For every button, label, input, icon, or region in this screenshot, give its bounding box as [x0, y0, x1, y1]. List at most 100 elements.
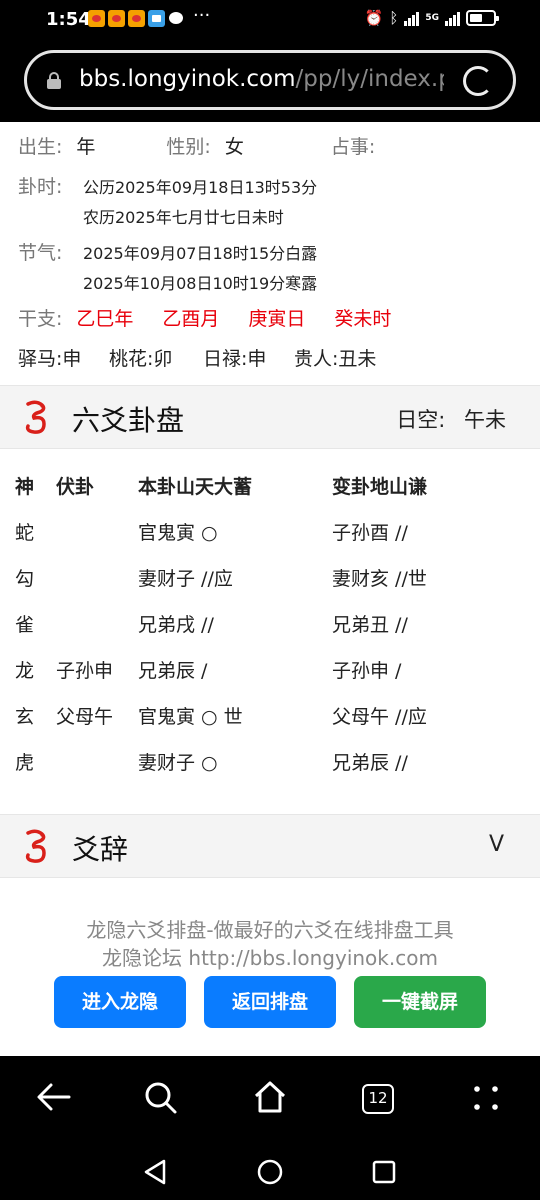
app-notification-icon — [88, 10, 105, 27]
cell-shen: 蛇 — [15, 522, 35, 544]
birth-value: 年 — [76, 136, 96, 158]
home-icon[interactable] — [252, 1080, 288, 1114]
table-row: 雀 兄弟戌 // 兄弟丑 // — [0, 610, 540, 656]
bluetooth-icon: ᛒ — [389, 9, 399, 27]
lunar-date: 农历2025年七月廿七日未时 — [83, 208, 284, 227]
guiren-value: 贵人:丑未 — [294, 348, 377, 370]
table-row: 勾 妻财子 //应 妻财亥 //世 — [0, 564, 540, 610]
app-notification-icon — [108, 10, 125, 27]
birth-label: 出生: — [18, 136, 63, 158]
cell-bengua: 妻财子 ○ — [138, 752, 218, 774]
url-text[interactable]: bbs.longyinok.com/pp/ly/index.ph — [79, 66, 444, 92]
cell-shen: 龙 — [15, 660, 35, 682]
cell-shen: 玄 — [15, 706, 35, 728]
matter-label: 占事: — [330, 136, 376, 158]
taohua-value: 桃花:卯 — [109, 348, 173, 370]
enter-longyin-button[interactable]: 进入龙隐 — [54, 976, 186, 1028]
alarm-icon: ⏰ — [364, 9, 384, 27]
status-bar: 1:54 ··· ⏰ ᛒ 5G — [0, 0, 540, 38]
cell-biangua: 兄弟辰 // — [332, 752, 408, 774]
system-recents-icon[interactable] — [372, 1160, 396, 1184]
app-notification-icon — [148, 10, 165, 27]
status-time: 1:54 — [46, 9, 91, 30]
gender-value: 女 — [224, 136, 244, 158]
void-info: 日空: 午未 — [396, 404, 506, 434]
cell-shen: 雀 — [15, 614, 35, 636]
lock-icon — [47, 72, 61, 89]
cell-fugua: 子孙申 — [56, 660, 114, 682]
screenshot-button[interactable]: 一键截屏 — [354, 976, 486, 1028]
table-row: 虎 妻财子 ○ 兄弟辰 // — [0, 748, 540, 794]
system-home-icon[interactable] — [256, 1158, 284, 1186]
footer-forum-link[interactable]: 龙隐论坛 http://bbs.longyinok.com — [0, 942, 540, 971]
footer-tagline: 龙隐六爻排盘-做最好的六爻在线排盘工具 — [86, 918, 454, 942]
ganzhi-label: 干支: — [18, 308, 63, 330]
expand-toggle-icon[interactable]: V — [489, 832, 504, 857]
yaoci-section-title: 爻辞 — [72, 833, 129, 866]
reload-icon[interactable] — [463, 66, 493, 96]
info-row-time: 卦时: — [18, 172, 62, 199]
browser-toolbar: bbs.longyinok.com/pp/ly/index.ph — [0, 38, 540, 122]
table-row: 蛇 官鬼寅 ○ 子孙酉 // — [0, 518, 540, 564]
app-notification-icon — [128, 10, 145, 27]
term-2: 2025年10月08日10时19分寒露 — [83, 274, 318, 293]
notification-icons — [88, 10, 185, 27]
signal-icon — [445, 10, 460, 26]
more-notifications-icon: ··· — [193, 5, 211, 26]
navigation-bar: 12 — [0, 1056, 540, 1200]
table-row: 龙 子孙申 兄弟辰 / 子孙申 / — [0, 656, 540, 702]
network-type-label: 5G — [425, 13, 439, 23]
time-label: 卦时: — [18, 176, 63, 198]
dragon-logo-icon — [25, 829, 46, 863]
ganzhi-year: 乙巳年 — [76, 308, 134, 330]
page-content: 出生: 年 性别: 女 占事: 卦时: 公历2025年09月18日13时53分 … — [0, 122, 540, 1056]
header-shen: 神 — [15, 476, 35, 498]
info-row-birth: 出生: 年 性别: 女 占事: — [18, 132, 375, 159]
cell-biangua: 父母午 //应 — [332, 706, 427, 728]
signal-icon — [404, 10, 420, 26]
ganzhi-month: 乙酉月 — [162, 308, 220, 330]
info-row-term: 节气: — [18, 238, 62, 265]
cell-biangua: 兄弟丑 // — [332, 614, 408, 636]
ganzhi-day: 庚寅日 — [248, 308, 306, 330]
void-label: 日空: — [396, 408, 446, 432]
ganzhi-hour: 癸未时 — [334, 308, 392, 330]
dragon-logo-icon — [25, 400, 46, 434]
gender-label: 性别: — [166, 136, 211, 158]
search-icon[interactable] — [144, 1081, 178, 1115]
system-back-icon[interactable] — [142, 1158, 168, 1186]
cell-bengua: 官鬼寅 ○ — [138, 522, 218, 544]
info-row-shensha: 驿马:申 桃花:卯 日禄:申 贵人:丑未 — [18, 344, 376, 371]
header-fugua: 伏卦 — [56, 476, 95, 498]
solar-date: 公历2025年09月18日13时53分 — [83, 178, 318, 197]
tabs-count-icon[interactable]: 12 — [362, 1084, 394, 1114]
cell-fugua: 父母午 — [56, 706, 114, 728]
hexagram-table: 神 伏卦 本卦山天大蓄 变卦地山谦 蛇 官鬼寅 ○ 子孙酉 // 勾 妻财子 /… — [0, 472, 540, 794]
cell-shen: 勾 — [15, 568, 35, 590]
table-header-row: 神 伏卦 本卦山天大蓄 变卦地山谦 — [0, 472, 540, 518]
cell-biangua: 妻财亥 //世 — [332, 568, 427, 590]
menu-dots-icon[interactable] — [472, 1084, 500, 1112]
void-value: 午未 — [464, 408, 506, 432]
cell-bengua: 妻财子 //应 — [138, 568, 233, 590]
yaoci-section-header[interactable]: 爻辞 V — [0, 814, 540, 878]
liuyao-section-title: 六爻卦盘 — [72, 404, 185, 437]
wechat-icon — [168, 10, 185, 27]
liuyao-section-header: 六爻卦盘 日空: 午未 — [0, 385, 540, 449]
back-to-chart-button[interactable]: 返回排盘 — [204, 976, 336, 1028]
yima-value: 驿马:申 — [18, 348, 82, 370]
back-arrow-icon[interactable] — [36, 1081, 72, 1113]
rilu-value: 日禄:申 — [203, 348, 267, 370]
cell-bengua: 兄弟戌 // — [138, 614, 214, 636]
term-label: 节气: — [18, 242, 63, 264]
info-row-ganzhi: 干支: 乙巳年 乙酉月 庚寅日 癸未时 — [18, 304, 391, 331]
cell-biangua: 子孙酉 // — [332, 522, 408, 544]
address-bar[interactable]: bbs.longyinok.com/pp/ly/index.ph — [24, 50, 516, 110]
cell-shen: 虎 — [15, 752, 35, 774]
header-bengua: 本卦山天大蓄 — [138, 476, 253, 498]
cell-bengua: 官鬼寅 ○ 世 — [138, 706, 243, 728]
battery-icon — [466, 10, 499, 26]
cell-bengua: 兄弟辰 / — [138, 660, 208, 682]
system-icons: ⏰ ᛒ 5G — [364, 9, 499, 27]
table-row: 玄 父母午 官鬼寅 ○ 世 父母午 //应 — [0, 702, 540, 748]
